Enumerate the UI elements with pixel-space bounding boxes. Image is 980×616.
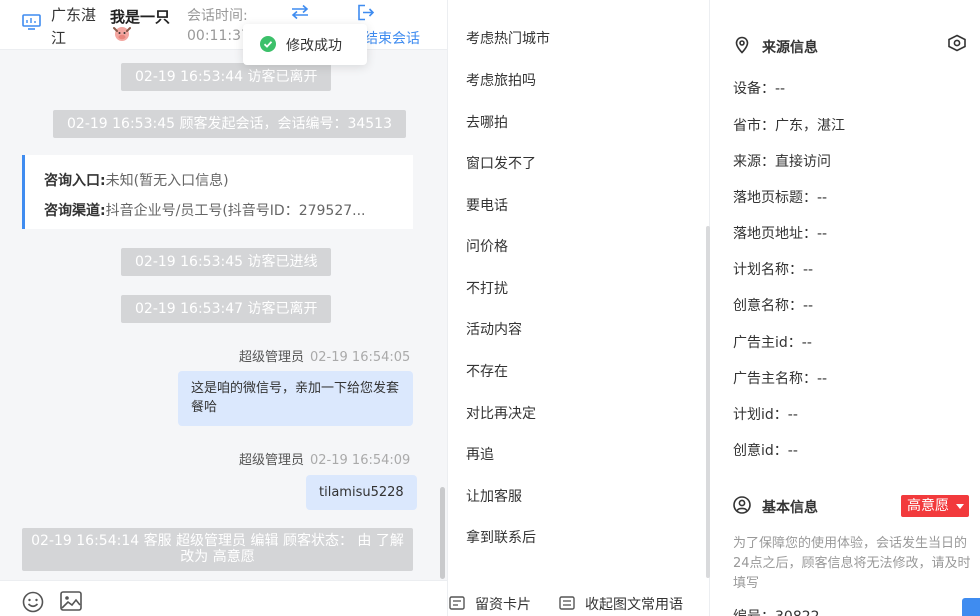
end-session-button[interactable]: 结束会话 [364, 28, 420, 48]
quick-reply-item[interactable]: 要电话 [466, 195, 508, 215]
session-time-value: 00:11:37 [187, 28, 250, 44]
message-sender: 超级管理员 02-19 16:54:09 [239, 449, 410, 468]
caret-down-icon [956, 504, 964, 509]
source-info-row: 广告主名称：-- [733, 371, 828, 387]
basic-info-title: 基本信息 [762, 500, 818, 516]
source-info-row: 来源：直接访问 [733, 154, 831, 170]
source-info-row: 广告主id：-- [733, 335, 812, 351]
consult-entry-card: 咨询入口:未知(暂无入口信息) 咨询渠道:抖音企业号/员工号(抖音号ID：279… [22, 155, 413, 229]
source-info-title: 来源信息 [762, 40, 818, 56]
collapse-replies-button[interactable]: 收起图文常用语 [559, 594, 683, 614]
visitor-location: 广东湛江 [51, 6, 97, 47]
success-toast: 修改成功 [243, 24, 367, 65]
session-time-label: 会话时间: [187, 8, 248, 24]
image-icon[interactable] [60, 591, 82, 611]
quick-reply-item[interactable]: 问价格 [466, 236, 508, 256]
sender-name: 超级管理员 [239, 350, 305, 365]
source-info-row: 计划id：-- [733, 407, 798, 423]
quick-reply-item[interactable]: 让加客服 [466, 486, 522, 506]
source-info-row: 设备：-- [733, 81, 786, 97]
system-message: 02-19 16:53:47 访客已离开 [121, 295, 332, 323]
message-time: 02-19 16:54:05 [310, 350, 411, 365]
source-info-row: 计划名称：-- [733, 262, 814, 278]
entry-label: 咨询入口: [44, 173, 106, 189]
source-info-row: 落地页地址：-- [733, 226, 828, 242]
source-info-row: 省市：广东，湛江 [733, 118, 845, 134]
quick-reply-item[interactable]: 活动内容 [466, 319, 522, 339]
collapse-icon [559, 596, 575, 610]
channel-value: 抖音企业号/员工号(抖音号ID：279527... [105, 203, 366, 219]
card-icon [449, 596, 465, 610]
channel-row: 咨询渠道:抖音企业号/员工号(抖音号ID：279527... [44, 200, 394, 220]
location-pin-icon [735, 36, 749, 54]
toast-text: 修改成功 [286, 38, 342, 54]
chat-toolbar [0, 580, 447, 616]
chat-scrollbar[interactable] [440, 487, 445, 579]
quick-reply-item[interactable]: 窗口发不了 [466, 153, 536, 173]
transfer-icon[interactable] [290, 4, 310, 20]
message-bubble[interactable]: 这是咱的微信号，亲加一下给您发套餐哈 [178, 371, 413, 426]
sender-name: 超级管理员 [239, 453, 305, 468]
collapse-replies-label: 收起图文常用语 [585, 597, 683, 613]
channel-label: 咨询渠道: [44, 203, 106, 219]
message-sender: 超级管理员 02-19 16:54:05 [239, 346, 410, 365]
floating-action-button[interactable] [962, 598, 980, 616]
chat-header: 广东湛江 我是一只 会话时间: 00:11:37 结束会话 [0, 0, 447, 50]
user-circle-icon [733, 496, 751, 514]
system-message-status-change: 02-19 16:54:14 客服 超级管理员 编辑 顾客状态： 由 了解 改为… [22, 528, 413, 571]
quick-reply-item[interactable]: 去哪拍 [466, 112, 508, 132]
entry-row: 咨询入口:未知(暂无入口信息) [44, 170, 394, 190]
system-message: 02-19 16:53:45 顾客发起会话，会话编号：34513 [53, 110, 406, 138]
edit-notice: 为了保障您的使用体验，会话发生当日的24点之后，顾客信息将无法修改，请及时填写 [733, 536, 971, 591]
chat-panel: 广东湛江 我是一只 会话时间: 00:11:37 结束会话 02-19 16:5… [0, 0, 447, 616]
entry-value: 未知(暂无入口信息) [105, 173, 229, 189]
quick-reply-item[interactable]: 不存在 [466, 361, 508, 381]
message-bubble[interactable]: tilamisu5228 [306, 475, 417, 510]
exit-icon[interactable] [357, 4, 375, 21]
source-info-row: 落地页标题：-- [733, 190, 828, 206]
quick-reply-item[interactable]: 对比再决定 [466, 403, 536, 423]
quick-reply-item[interactable]: 拿到联系后 [466, 527, 536, 547]
quick-replies-footer: 留资卡片 收起图文常用语 [448, 586, 711, 616]
quick-reply-item[interactable]: 不打扰 [466, 278, 508, 298]
lead-card-button[interactable]: 留资卡片 [449, 594, 531, 614]
quick-reply-item[interactable]: 再追 [466, 444, 494, 464]
intent-status-dropdown[interactable]: 高意愿 [901, 495, 969, 517]
check-circle-icon [260, 36, 276, 52]
lead-card-label: 留资卡片 [475, 597, 531, 613]
cow-emoji-icon [113, 27, 131, 41]
customer-number-row: 编号：30822 [733, 606, 820, 616]
system-message: 02-19 16:53:45 访客已进线 [121, 248, 332, 276]
system-message: 02-19 16:53:44 访客已离开 [121, 63, 332, 91]
message-time: 02-19 16:54:09 [310, 453, 411, 468]
visitor-info-panel: 来源信息 设备：-- 省市：广东，湛江 来源：直接访问 落地页标题：-- 落地页… [711, 0, 980, 616]
monitor-icon [22, 14, 41, 30]
quick-replies-scrollbar[interactable] [706, 226, 710, 578]
source-info-row: 创意名称：-- [733, 298, 814, 314]
quick-reply-item[interactable]: 考虑热门城市 [466, 28, 550, 48]
app-root: 广东湛江 我是一只 会话时间: 00:11:37 结束会话 02-19 16:5… [0, 0, 980, 616]
quick-reply-item[interactable]: 考虑旅拍吗 [466, 70, 536, 90]
intent-status-value: 高意愿 [907, 498, 949, 514]
emoji-icon[interactable] [22, 591, 44, 613]
source-info-row: 创意id：-- [733, 443, 798, 459]
quick-replies-panel: 考虑热门城市 考虑旅拍吗 去哪拍 窗口发不了 要电话 问价格 不打扰 活动内容 … [447, 0, 710, 616]
eye-icon[interactable] [947, 34, 967, 52]
